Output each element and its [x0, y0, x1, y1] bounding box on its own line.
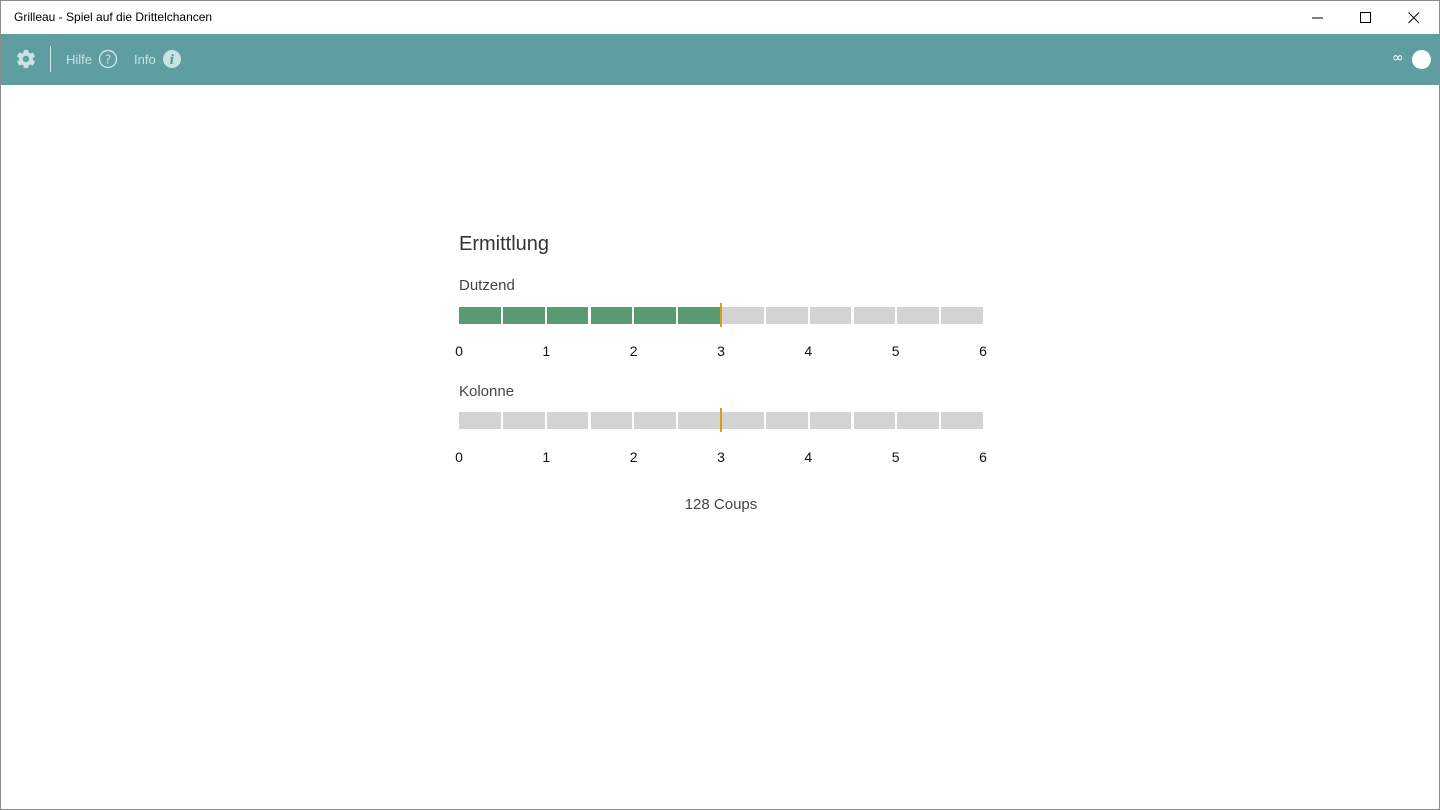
page-title: Ermittlung	[459, 233, 550, 255]
scale-tick-label: 4	[804, 343, 813, 359]
threshold-marker	[720, 408, 722, 432]
meter-segment-empty	[853, 412, 896, 429]
infinity-mode-label: ∞	[1392, 50, 1404, 66]
svg-text:?: ?	[105, 53, 111, 67]
scale-tick-label: 5	[891, 343, 900, 359]
kolonne-label: Kolonne	[459, 383, 515, 400]
scale-tick-label: 4	[804, 449, 813, 465]
meter-segment-empty	[722, 412, 764, 429]
scale-tick-label: 0	[455, 449, 463, 465]
scale-tick-label: 3	[717, 449, 725, 465]
meter-segment-empty	[765, 307, 808, 324]
scale-tick-label: 5	[891, 449, 900, 465]
scale-tick-label: 6	[979, 343, 987, 359]
coups-count: 128 Coups	[684, 496, 758, 513]
dutzend-meter	[459, 303, 983, 327]
scale-tick-label: 1	[542, 449, 551, 465]
meter-segment-empty	[722, 307, 764, 324]
meter-segment-filled	[459, 307, 501, 324]
question-circle-icon: ?	[98, 49, 118, 69]
scale-tick-label: 2	[629, 343, 638, 359]
close-icon	[1408, 12, 1420, 24]
kolonne-meter	[459, 408, 983, 432]
maximize-icon	[1360, 12, 1371, 23]
scale-tick-label: 6	[979, 449, 987, 465]
minimize-icon	[1312, 17, 1323, 19]
meter-segment-empty	[897, 412, 940, 429]
help-label: Hilfe	[66, 51, 93, 67]
meter-segment-empty	[590, 412, 633, 429]
threshold-marker	[720, 303, 722, 327]
minimize-button[interactable]	[1295, 1, 1341, 34]
info-button[interactable]: Info i	[134, 49, 182, 69]
ermittlung-panel: Ermittlung Dutzend 0 1 2 3 4 5 6 Kolonne 0 1 2 3 4…	[455, 231, 989, 531]
svg-text:i: i	[169, 53, 174, 68]
meter-segment-empty	[678, 412, 720, 429]
toggle-dot-icon[interactable]	[1412, 50, 1431, 69]
meter-segment-empty	[634, 412, 677, 429]
scale-tick-label: 1	[542, 343, 551, 359]
meter-segment-empty	[853, 307, 896, 324]
window-title: Grilleau - Spiel auf die Drittelchancen	[14, 10, 213, 24]
meter-segment-empty	[765, 412, 808, 429]
meter-segment-empty	[459, 412, 501, 429]
info-label: Info	[134, 51, 156, 67]
info-circle-icon: i	[162, 50, 181, 68]
meter-segment-empty	[941, 307, 983, 324]
meter-segment-empty	[809, 412, 852, 429]
gear-icon	[17, 49, 35, 69]
maximize-button[interactable]	[1343, 1, 1389, 34]
meter-segment-filled	[634, 307, 677, 324]
meter-segment-empty	[502, 412, 545, 429]
meter-segment-filled	[502, 307, 545, 324]
meter-segment-empty	[897, 307, 940, 324]
meter-segment-empty	[941, 412, 983, 429]
meter-segment-filled	[546, 307, 589, 324]
meter-segment-empty	[809, 307, 852, 324]
meter-segment-empty	[546, 412, 589, 429]
toolbar-divider	[50, 46, 51, 72]
app-window: Grilleau - Spiel auf die Drittelchancen	[0, 0, 1440, 810]
settings-button[interactable]	[15, 48, 37, 70]
dutzend-label: Dutzend	[459, 277, 515, 294]
scale-tick-label: 0	[455, 343, 463, 359]
meter-segment-filled	[678, 307, 720, 324]
help-button[interactable]: Hilfe ?	[66, 49, 118, 69]
scale-tick-label: 3	[717, 343, 725, 359]
meter-segment-filled	[590, 307, 633, 324]
scale-tick-label: 2	[629, 449, 638, 465]
close-button[interactable]	[1391, 1, 1437, 34]
title-bar[interactable]: Grilleau - Spiel auf die Drittelchancen	[1, 1, 1439, 34]
command-bar: Hilfe ? Info i ∞	[1, 34, 1439, 85]
